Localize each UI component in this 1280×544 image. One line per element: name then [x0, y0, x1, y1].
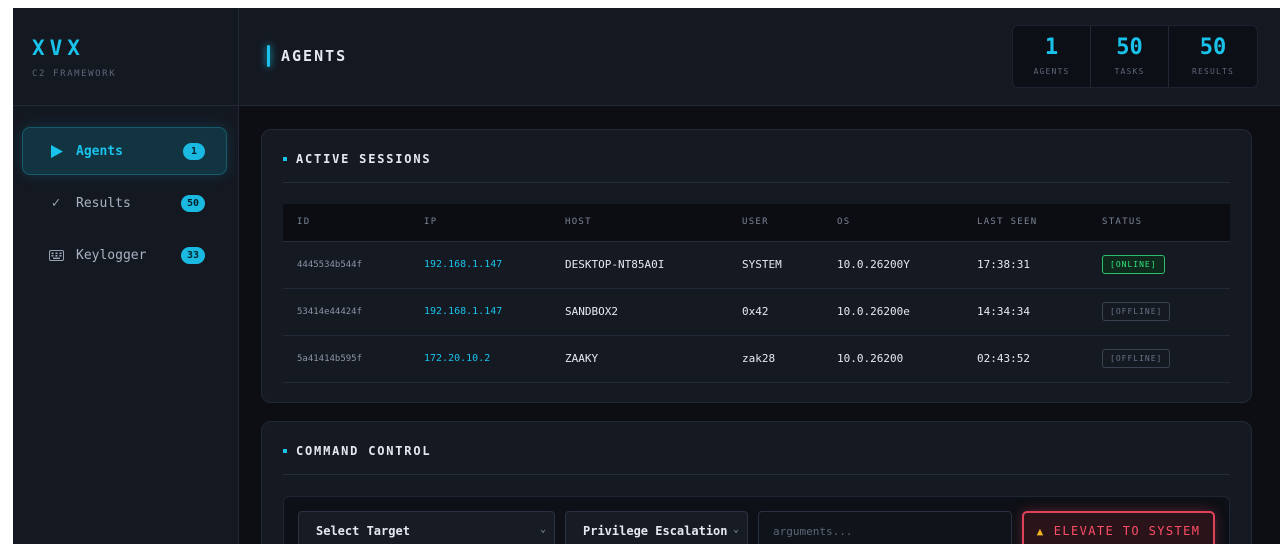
agent-id: 53414e44424f [297, 306, 363, 317]
count-badge: 1 [183, 143, 205, 160]
page-title-text: AGENTS [281, 47, 348, 65]
sidebar-item-label: Keylogger [76, 247, 147, 263]
agent-os: 10.0.26200 [837, 352, 904, 365]
column-header[interactable]: STATUS [1088, 204, 1230, 242]
brand-title: XVX [32, 36, 85, 60]
agent-last-seen: 17:38:31 [977, 258, 1030, 271]
stat-value: 50 [1116, 35, 1143, 60]
status-badge: [ONLINE] [1102, 255, 1165, 274]
panel-title: ACTIVE SESSIONS [296, 151, 432, 166]
stat-agents: 1 AGENTS [1013, 26, 1091, 87]
status-badge: [OFFLINE] [1102, 349, 1171, 368]
agent-id: 5a41414b595f [297, 353, 363, 364]
sidebar-item-keylogger[interactable]: Keylogger 33 [22, 231, 227, 279]
title-accent-bar [267, 45, 270, 67]
column-header[interactable]: HOST [551, 204, 728, 242]
column-header[interactable]: ID [283, 204, 410, 242]
status-cell: [ONLINE] [1088, 241, 1230, 288]
check-icon: ✓ [51, 195, 61, 211]
main-content: ACTIVE SESSIONS ID IP HOST USER OS LAST … [239, 106, 1280, 544]
sidebar-item-label: Agents [76, 143, 123, 159]
agent-last-seen: 14:34:34 [977, 305, 1030, 318]
table-row[interactable]: 4445534b544f 192.168.1.147 DESKTOP-NT85A… [283, 241, 1230, 288]
app-window: XVX C2 FRAMEWORK Agents 1 ✓ Results 50 K… [13, 8, 1280, 544]
agent-user: zak28 [742, 352, 776, 365]
stat-tasks: 50 TASKS [1091, 26, 1169, 87]
panel-header: COMMAND CONTROL [283, 422, 1230, 475]
sidebar-nav: Agents 1 ✓ Results 50 Keylogger 33 [13, 106, 238, 279]
sidebar-item-label: Results [76, 195, 131, 211]
agent-os: 10.0.26200e [837, 305, 910, 318]
chevron-down-icon: ⌄ [732, 524, 739, 535]
module-select[interactable]: Privilege Escalation ⌄ [565, 511, 748, 544]
status-badge: [OFFLINE] [1102, 302, 1171, 321]
active-sessions-panel: ACTIVE SESSIONS ID IP HOST USER OS LAST … [261, 129, 1252, 403]
sidebar-item-results[interactable]: ✓ Results 50 [22, 179, 227, 227]
brand-subtitle: C2 FRAMEWORK [32, 69, 117, 79]
agent-ip: 172.20.10.2 [424, 353, 491, 364]
target-select-value: Select Target [316, 524, 410, 538]
stat-label: TASKS [1114, 67, 1145, 76]
brand: XVX C2 FRAMEWORK [13, 8, 238, 106]
stat-results: 50 RESULTS [1169, 26, 1257, 87]
agent-os: 10.0.26200Y [837, 258, 910, 271]
agent-id: 4445534b544f [297, 259, 363, 270]
table-row[interactable]: 53414e44424f 192.168.1.147 SANDBOX2 0x42… [283, 288, 1230, 335]
column-header[interactable]: OS [823, 204, 963, 242]
elevate-button-label: ELEVATE TO SYSTEM [1053, 524, 1201, 538]
sessions-table: ID IP HOST USER OS LAST SEEN STATUS 4445… [283, 204, 1230, 383]
sidebar: XVX C2 FRAMEWORK Agents 1 ✓ Results 50 K… [13, 8, 239, 544]
count-badge: 50 [180, 195, 205, 212]
page-title: AGENTS [267, 45, 347, 67]
agent-host: DESKTOP-NT85A0I [565, 258, 665, 271]
arguments-input[interactable] [758, 511, 1012, 544]
header-dot [283, 448, 287, 453]
table-row[interactable]: 5a41414b595f 172.20.10.2 ZAAKY zak28 10.… [283, 335, 1230, 382]
agent-ip: 192.168.1.147 [424, 306, 503, 317]
stat-value: 1 [1044, 35, 1059, 60]
agent-user: 0x42 [742, 305, 769, 318]
agent-user: SYSTEM [742, 258, 782, 271]
panel-title: COMMAND CONTROL [296, 443, 432, 458]
column-header[interactable]: LAST SEEN [963, 204, 1088, 242]
warning-icon: ▲ [1036, 524, 1045, 538]
agent-host: SANDBOX2 [565, 305, 618, 318]
status-cell: [OFFLINE] [1088, 335, 1230, 382]
command-control-panel: COMMAND CONTROL Select Target ⌄ Privileg… [261, 421, 1252, 544]
column-header[interactable]: USER [728, 204, 823, 242]
header-dot [283, 156, 287, 161]
top-header: AGENTS 1 AGENTS 50 TASKS 50 RESULTS [239, 8, 1280, 106]
column-header[interactable]: IP [410, 204, 551, 242]
count-badge: 33 [180, 247, 205, 264]
agent-host: ZAAKY [565, 352, 599, 365]
module-select-value: Privilege Escalation [583, 524, 728, 538]
stat-label: AGENTS [1033, 67, 1070, 76]
chevron-down-icon: ⌄ [539, 524, 546, 535]
stats-panel: 1 AGENTS 50 TASKS 50 RESULTS [1012, 25, 1258, 88]
stat-label: RESULTS [1191, 67, 1235, 76]
agent-last-seen: 02:43:52 [977, 352, 1030, 365]
target-select[interactable]: Select Target ⌄ [298, 511, 555, 544]
agent-ip: 192.168.1.147 [424, 259, 503, 270]
elevate-button[interactable]: ▲ ELEVATE TO SYSTEM [1022, 511, 1215, 544]
table-header-row: ID IP HOST USER OS LAST SEEN STATUS [283, 204, 1230, 242]
keyboard-icon [47, 246, 65, 264]
play-icon [47, 142, 65, 160]
sidebar-item-agents[interactable]: Agents 1 [22, 127, 227, 175]
status-cell: [OFFLINE] [1088, 288, 1230, 335]
command-controls: Select Target ⌄ Privilege Escalation ⌄ ▲… [283, 496, 1230, 544]
panel-header: ACTIVE SESSIONS [283, 130, 1230, 183]
stat-value: 50 [1199, 35, 1227, 60]
